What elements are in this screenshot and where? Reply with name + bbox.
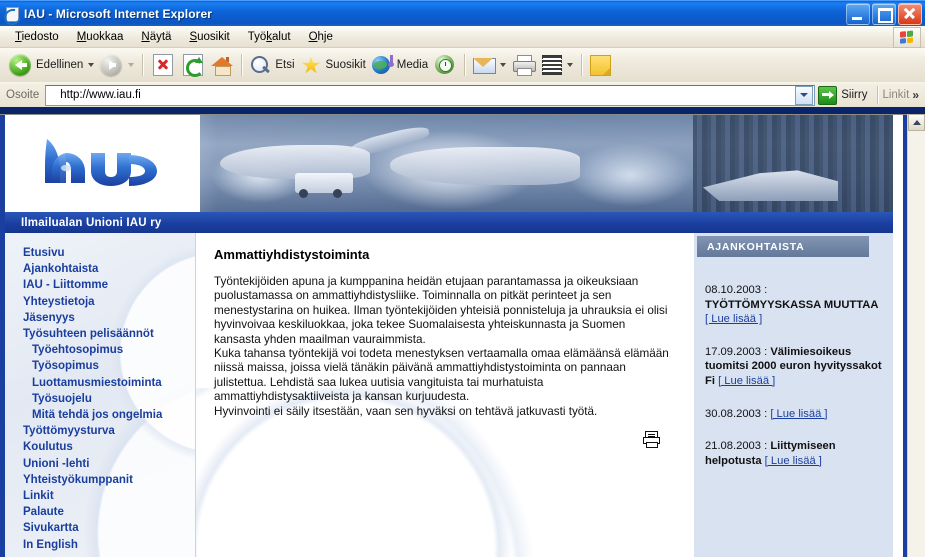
favorites-button[interactable]: Suosikit bbox=[298, 50, 369, 80]
edit-button[interactable] bbox=[539, 50, 576, 80]
mail-button[interactable] bbox=[470, 50, 509, 80]
window-title: IAU - Microsoft Internet Explorer bbox=[24, 6, 212, 21]
address-bar-divider bbox=[877, 86, 879, 104]
links-button[interactable]: Linkit bbox=[882, 89, 909, 101]
star-icon bbox=[301, 55, 322, 76]
home-button[interactable] bbox=[208, 50, 236, 80]
stop-button[interactable] bbox=[148, 50, 178, 80]
maximize-button[interactable] bbox=[872, 3, 896, 25]
menu-bar: Tiedosto Muokkaa Näytä Suosikit Työkalut… bbox=[0, 26, 925, 48]
notes-icon bbox=[590, 54, 612, 76]
menu-item-help[interactable]: Ohje bbox=[300, 29, 342, 45]
favorites-button-label: Suosikit bbox=[325, 59, 366, 71]
media-button-label: Media bbox=[396, 59, 429, 71]
print-button[interactable] bbox=[509, 50, 539, 80]
toolbar-divider bbox=[464, 54, 466, 76]
toolbar-divider bbox=[581, 54, 583, 76]
media-button[interactable]: Media bbox=[369, 50, 431, 80]
menu-item-favorites[interactable]: Suosikit bbox=[180, 29, 238, 45]
back-button-label: Edellinen bbox=[36, 59, 84, 71]
home-icon bbox=[211, 55, 234, 76]
refresh-icon bbox=[183, 54, 205, 77]
history-icon bbox=[434, 54, 456, 76]
mail-icon bbox=[473, 56, 497, 74]
windows-flag-icon bbox=[893, 27, 921, 48]
address-dropdown-button[interactable] bbox=[795, 85, 814, 105]
menu-item-tools[interactable]: Työkalut bbox=[239, 29, 300, 45]
ie-page-icon bbox=[1, 5, 24, 28]
scroll-up-button[interactable] bbox=[908, 114, 925, 131]
address-bar: Osoite Siirry Linkit » bbox=[0, 82, 925, 107]
back-history-chevron-icon[interactable] bbox=[88, 63, 95, 67]
search-button[interactable]: Etsi bbox=[247, 50, 297, 80]
window-controls bbox=[846, 3, 922, 25]
go-button[interactable]: Siirry bbox=[815, 85, 873, 105]
address-input[interactable] bbox=[46, 88, 796, 102]
go-button-label: Siirry bbox=[841, 89, 868, 101]
page-border bbox=[0, 115, 908, 557]
menu-item-file-rest: iedosto bbox=[21, 30, 59, 43]
go-arrow-icon bbox=[818, 85, 838, 105]
edit-menu-chevron-icon[interactable] bbox=[567, 63, 574, 67]
menu-item-help-rest: hje bbox=[317, 30, 333, 43]
forward-history-chevron-icon[interactable] bbox=[128, 63, 135, 67]
menu-item-edit-rest: uokkaa bbox=[86, 30, 124, 43]
title-bar: IAU - Microsoft Internet Explorer bbox=[0, 0, 925, 28]
stop-icon bbox=[153, 54, 174, 76]
toolbar-divider bbox=[142, 54, 144, 76]
page-viewport: Ilmailualan Unioni IAU ry Etusivu Ajanko… bbox=[0, 114, 925, 557]
mail-menu-chevron-icon[interactable] bbox=[500, 63, 507, 67]
menu-item-view[interactable]: Näytä bbox=[132, 29, 180, 45]
browser-window: IAU - Microsoft Internet Explorer Tiedos… bbox=[0, 0, 925, 557]
menu-item-favorites-rest: uosikit bbox=[197, 30, 230, 43]
menu-item-file[interactable]: Tiedosto bbox=[6, 29, 68, 45]
menu-item-edit[interactable]: Muokkaa bbox=[68, 29, 133, 45]
printer-icon bbox=[512, 55, 537, 76]
web-page: Ilmailualan Unioni IAU ry Etusivu Ajanko… bbox=[0, 115, 908, 557]
toolbar: Edellinen Etsi Suosikit Media bbox=[0, 48, 925, 82]
forward-button[interactable] bbox=[97, 50, 137, 80]
notes-button[interactable] bbox=[587, 50, 614, 80]
search-icon bbox=[250, 55, 271, 76]
minimize-button[interactable] bbox=[846, 3, 870, 25]
toolbar-divider bbox=[241, 54, 243, 76]
search-button-label: Etsi bbox=[275, 59, 295, 71]
edit-page-icon bbox=[542, 55, 563, 75]
media-globe-icon bbox=[371, 54, 394, 76]
menu-item-tools-rest: alut bbox=[272, 30, 291, 43]
menu-item-view-rest: äytä bbox=[149, 30, 172, 43]
address-bar-label: Osoite bbox=[6, 89, 40, 101]
close-button[interactable] bbox=[898, 3, 922, 25]
address-input-wrapper[interactable] bbox=[45, 84, 816, 106]
history-button[interactable] bbox=[431, 50, 459, 80]
vertical-scrollbar[interactable] bbox=[907, 114, 925, 557]
toolbar-overflow-chevron-icon[interactable]: » bbox=[909, 88, 923, 102]
refresh-button[interactable] bbox=[178, 50, 208, 80]
back-button[interactable]: Edellinen bbox=[6, 50, 97, 80]
